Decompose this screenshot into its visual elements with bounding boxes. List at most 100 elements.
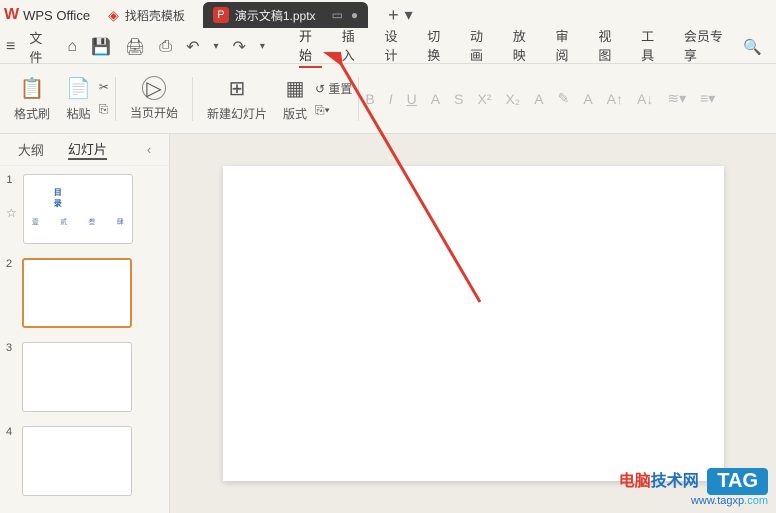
layout-label: 版式 bbox=[283, 105, 307, 122]
thumb-title: 目 录 bbox=[54, 187, 132, 209]
ribbon-tab-member[interactable]: 会员专享 bbox=[684, 26, 730, 68]
ribbon-tab-review[interactable]: 审阅 bbox=[556, 26, 579, 68]
ribbon-tab-start[interactable]: 开始 bbox=[299, 26, 322, 68]
slide-thumbnail-2[interactable] bbox=[22, 258, 132, 328]
file-menu[interactable]: 文件 bbox=[29, 28, 53, 66]
slide-thumbnail-3[interactable] bbox=[22, 342, 132, 412]
play-from-current-button[interactable]: ▷ 当页开始 bbox=[122, 76, 186, 121]
text-effects-button[interactable]: ≋▾ bbox=[667, 90, 686, 107]
reset-button[interactable]: ↺ 重置 bbox=[315, 80, 352, 97]
undo-icon[interactable]: ↶ bbox=[186, 37, 199, 57]
slide-canvas-area bbox=[170, 134, 776, 513]
redo-dropdown-icon[interactable]: ▾ bbox=[260, 41, 265, 52]
ribbon-tab-tools[interactable]: 工具 bbox=[641, 26, 664, 68]
clear-format-button[interactable]: A bbox=[583, 91, 592, 107]
layout-button[interactable]: ▦ 版式 bbox=[275, 76, 315, 122]
tag-badge: TAG bbox=[707, 468, 768, 495]
tab-dropdown-icon[interactable]: ▾ bbox=[405, 5, 413, 25]
ribbon-tab-insert[interactable]: 插入 bbox=[342, 26, 365, 68]
print-preview-icon[interactable]: ⎙ bbox=[159, 38, 172, 56]
window-mode-icon[interactable]: ▭ bbox=[332, 8, 343, 22]
paste-label: 粘贴 bbox=[66, 105, 90, 122]
redo-icon[interactable]: ↷ bbox=[233, 37, 246, 57]
strike2-button[interactable]: S bbox=[454, 91, 463, 107]
tab-document-active[interactable]: P 演示文稿1.pptx ▭ ● bbox=[203, 2, 368, 28]
star-icon[interactable]: ☆ bbox=[6, 206, 17, 220]
search-icon[interactable]: 🔍 bbox=[743, 38, 762, 56]
ribbon-tab-animation[interactable]: 动画 bbox=[470, 26, 493, 68]
new-slide-label: 新建幻灯片 bbox=[207, 105, 267, 122]
slide-thumbnail-4[interactable] bbox=[22, 426, 132, 496]
slide-number: 3 bbox=[6, 342, 16, 354]
thumbnails-list: 1 ☆ 目 录 壹 贰 叁 肆 2 3 bbox=[0, 166, 169, 513]
increase-font-button[interactable]: A↑ bbox=[607, 91, 623, 107]
paste-button[interactable]: 📄 粘贴 bbox=[58, 76, 99, 122]
bold-button[interactable]: B bbox=[365, 91, 374, 107]
decrease-font-button[interactable]: A↓ bbox=[637, 91, 653, 107]
highlight-button[interactable]: ✎ bbox=[558, 90, 570, 107]
font-color-button[interactable]: A bbox=[534, 91, 543, 107]
format-brush-label: 格式刷 bbox=[14, 105, 50, 122]
new-slide-icon: ⊞ bbox=[229, 76, 246, 101]
copy-button[interactable]: ⎘ bbox=[99, 102, 109, 117]
content-area: 大纲 幻灯片 ‹ 1 ☆ 目 录 壹 贰 叁 肆 bbox=[0, 134, 776, 513]
undo-dropdown-icon[interactable]: ▾ bbox=[213, 41, 218, 52]
outline-tab[interactable]: 大纲 bbox=[18, 140, 44, 159]
thumbnail-row[interactable]: 2 bbox=[6, 258, 163, 328]
new-slide-button[interactable]: ⊞ 新建幻灯片 bbox=[199, 76, 275, 122]
play-icon: ▷ bbox=[142, 76, 166, 100]
tab-template[interactable]: ◈ 找稻壳模板 bbox=[98, 2, 195, 28]
side-panel-tabs: 大纲 幻灯片 ‹ bbox=[0, 134, 169, 166]
slide-panel: 大纲 幻灯片 ‹ 1 ☆ 目 录 壹 贰 叁 肆 bbox=[0, 134, 170, 513]
toolbar-separator bbox=[192, 77, 193, 121]
paste-icon: 📄 bbox=[66, 76, 91, 101]
thumbnail-row[interactable]: 3 bbox=[6, 342, 163, 412]
slide-number: 4 bbox=[6, 426, 16, 438]
ribbon-tab-transition[interactable]: 切换 bbox=[427, 26, 450, 68]
presentation-icon: P bbox=[213, 7, 229, 23]
thumb-subtitles: 壹 贰 叁 肆 bbox=[32, 217, 124, 227]
cut-button[interactable]: ✂ bbox=[99, 80, 109, 94]
template-icon: ◈ bbox=[108, 7, 119, 24]
section-button[interactable]: ⎘▾ bbox=[315, 103, 352, 118]
print-icon[interactable]: 🖨 bbox=[125, 37, 145, 57]
watermark-url-main: tagxp bbox=[717, 495, 744, 507]
tab-dot-icon[interactable]: ● bbox=[351, 8, 358, 22]
watermark-url-prefix: www. bbox=[691, 495, 717, 507]
strike-button[interactable]: A bbox=[431, 91, 440, 107]
slides-tab[interactable]: 幻灯片 bbox=[68, 139, 107, 160]
subscript-button[interactable]: X₂ bbox=[505, 91, 520, 107]
toolbar-separator bbox=[358, 77, 359, 121]
ribbon-tabs: 开始 插入 设计 切换 动画 放映 审阅 视图 工具 会员专享 bbox=[299, 26, 729, 68]
slide-number: 2 bbox=[6, 258, 16, 270]
play-from-current-label: 当页开始 bbox=[130, 104, 178, 121]
font-tools-group: B I U A S X² X₂ A ✎ A A↑ A↓ ≋▾ ≡▾ bbox=[365, 90, 715, 107]
format-brush-button[interactable]: 📋 格式刷 bbox=[6, 76, 58, 122]
watermark: 电脑技术网 TAG www.tagxp.com bbox=[619, 467, 768, 507]
thumbnail-row[interactable]: 1 ☆ 目 录 壹 贰 叁 肆 bbox=[6, 174, 163, 244]
list-button[interactable]: ≡▾ bbox=[700, 90, 715, 107]
menu-bar: ≡ 文件 ⌂ 💾 🖨 ⎙ ↶ ▾ ↷ ▾ 开始 插入 设计 切换 动画 放映 审… bbox=[0, 30, 776, 64]
tab-template-label: 找稻壳模板 bbox=[125, 7, 185, 24]
superscript-button[interactable]: X² bbox=[477, 91, 491, 107]
watermark-text-blue: 技术网 bbox=[651, 473, 699, 490]
watermark-url-ext: .com bbox=[744, 495, 768, 507]
underline-button[interactable]: U bbox=[407, 91, 417, 107]
collapse-panel-icon[interactable]: ‹ bbox=[147, 142, 151, 157]
slide-canvas[interactable] bbox=[223, 166, 724, 481]
toolbar-separator bbox=[115, 77, 116, 121]
thumbnail-row[interactable]: 4 bbox=[6, 426, 163, 496]
slide-number: 1 bbox=[6, 174, 16, 186]
home-icon[interactable]: ⌂ bbox=[67, 38, 77, 56]
save-icon[interactable]: 💾 bbox=[91, 37, 111, 57]
ribbon-tab-design[interactable]: 设计 bbox=[384, 26, 407, 68]
hamburger-icon[interactable]: ≡ bbox=[6, 38, 15, 56]
italic-button[interactable]: I bbox=[389, 91, 393, 107]
watermark-text-red: 电脑 bbox=[619, 473, 651, 490]
app-logo-icon: W bbox=[4, 6, 19, 24]
add-tab-button[interactable]: + bbox=[388, 5, 399, 26]
ribbon-tab-slideshow[interactable]: 放映 bbox=[513, 26, 536, 68]
slide-thumbnail-1[interactable]: 目 录 壹 贰 叁 肆 bbox=[23, 174, 133, 244]
tab-document-label: 演示文稿1.pptx bbox=[235, 7, 316, 24]
ribbon-tab-view[interactable]: 视图 bbox=[598, 26, 621, 68]
